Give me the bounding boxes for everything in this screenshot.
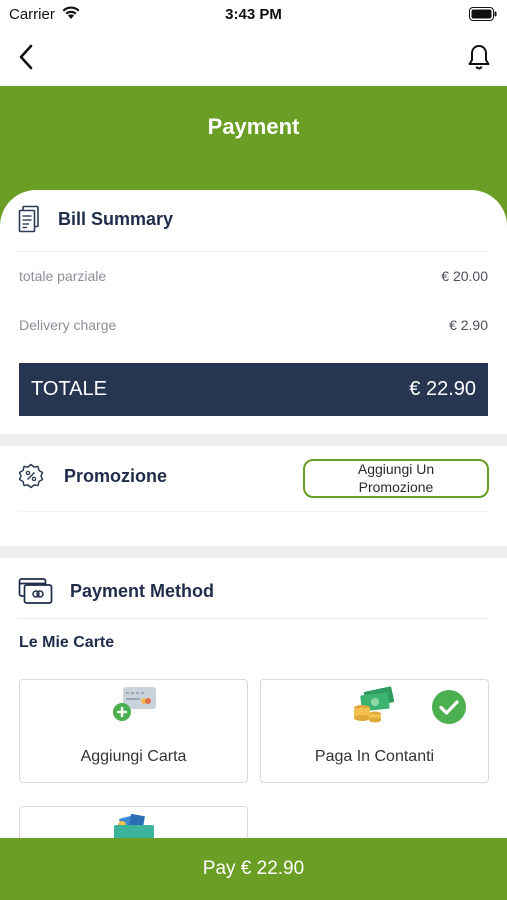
subtotal-value: € 20.00	[441, 268, 488, 284]
pay-button-label: Pay € 22.90	[202, 858, 305, 879]
pay-button[interactable]: Pay € 22.90	[0, 838, 507, 900]
total-value: € 22.90	[409, 378, 476, 400]
delivery-label: Delivery charge	[19, 317, 117, 333]
payment-method-header: Payment Method	[18, 577, 214, 605]
section-separator	[0, 434, 507, 446]
divider	[18, 251, 488, 252]
total-label: TOTALE	[31, 378, 107, 400]
add-promo-label-line1: Aggiungi Un	[357, 461, 435, 477]
bell-icon[interactable]	[467, 43, 491, 71]
divider	[18, 511, 488, 512]
section-separator	[0, 546, 507, 558]
add-card-option[interactable]: Aggiungi Carta	[19, 679, 248, 783]
promo-header: Promozione	[18, 463, 167, 489]
back-arrow-icon[interactable]	[14, 42, 40, 72]
nav-bar	[0, 28, 507, 86]
pay-cash-label: Paga In Contanti	[314, 748, 435, 765]
bill-summary-title: Bill Summary	[58, 208, 174, 229]
promo-title: Promozione	[64, 465, 168, 486]
bill-summary-header: Bill Summary	[18, 205, 173, 233]
battery-icon	[469, 7, 497, 21]
add-card-label: Aggiungi Carta	[80, 748, 187, 765]
subtotal-label: totale parziale	[19, 268, 107, 284]
content-card	[0, 190, 507, 900]
bill-row-subtotal: totale parziale € 20.00	[19, 268, 488, 284]
receipt-icon	[18, 205, 39, 233]
clock-label: 3:43 PM	[225, 6, 282, 23]
bill-row-delivery: Delivery charge € 2.90	[19, 317, 488, 333]
delivery-value: € 2.90	[449, 317, 488, 333]
add-promo-label-line2: Promozione	[358, 479, 434, 495]
add-card-icon	[113, 687, 156, 721]
selected-check-icon	[432, 690, 466, 724]
total-bar: TOTALE € 22.90	[19, 363, 488, 416]
discount-badge-icon	[18, 463, 44, 489]
my-cards-title: Le Mie Carte	[19, 634, 115, 651]
add-promo-button[interactable]: Aggiungi Un Promozione	[303, 459, 489, 498]
page-title: Payment	[207, 114, 300, 139]
pay-cash-option[interactable]: Paga In Contanti	[260, 679, 489, 783]
divider	[18, 618, 488, 619]
status-bar: Carrier 3:43 PM	[0, 0, 507, 28]
cash-icon	[354, 686, 395, 723]
credit-cards-icon	[18, 578, 53, 604]
payment-method-title: Payment Method	[70, 580, 215, 601]
